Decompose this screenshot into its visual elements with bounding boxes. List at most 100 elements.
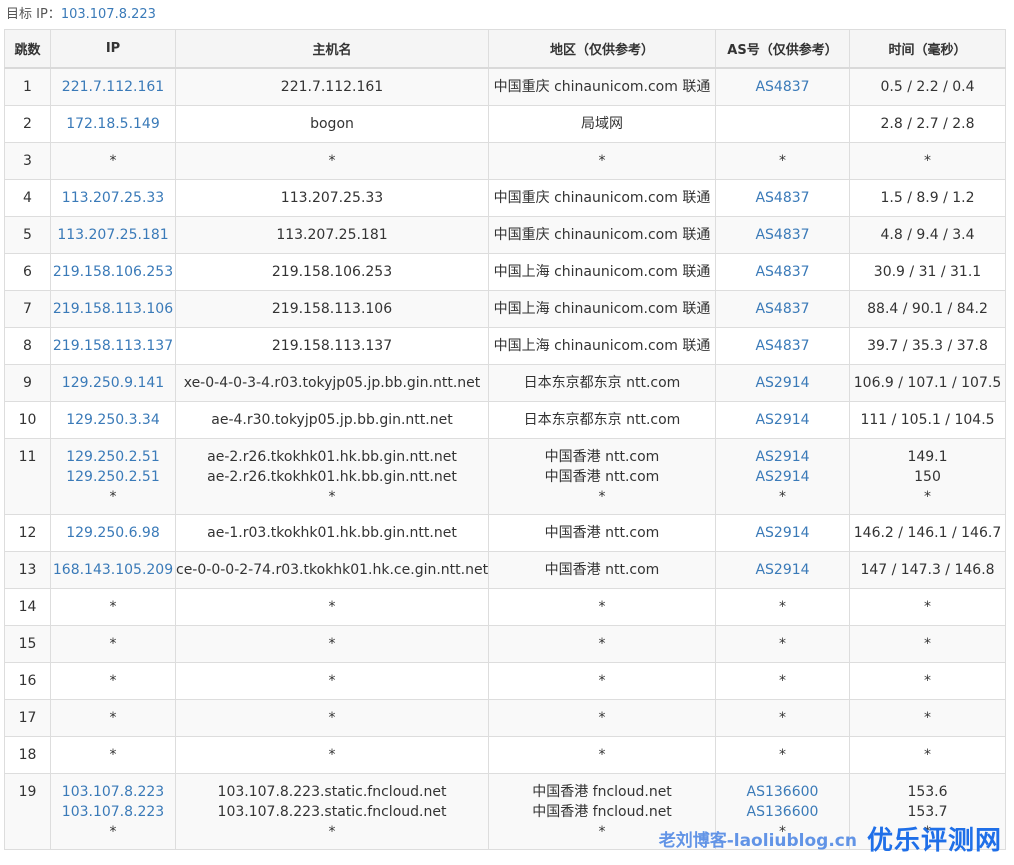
ip-value[interactable]: 129.250.6.98 — [66, 525, 160, 541]
hop-cell: 17 — [4, 699, 51, 737]
as-value[interactable]: AS4837 — [755, 190, 809, 206]
as-value[interactable]: AS2914 — [755, 412, 809, 428]
header-hostname: 主机名 — [175, 29, 489, 69]
table-row: 14 * * * * * — [4, 588, 1006, 626]
hostname-value: 103.107.8.223.static.fncloud.net — [217, 784, 447, 800]
hostname-cell: 219.158.106.253 — [175, 253, 489, 291]
ip-value[interactable]: 168.143.105.209 — [53, 562, 173, 578]
ip-cell: 129.250.9.141 — [50, 364, 176, 402]
table-row: 8 219.158.113.137 219.158.113.137 中国上海 chin… — [4, 327, 1006, 365]
time-cell: * — [849, 142, 1006, 180]
as-value[interactable]: AS2914 — [717, 467, 849, 487]
region-value: 中国重庆 chinaunicom.com 联通 — [493, 190, 711, 206]
hostname-value: 113.207.25.181 — [276, 227, 388, 243]
as-value[interactable]: AS4837 — [755, 227, 809, 243]
as-value[interactable]: AS4837 — [755, 301, 809, 317]
region-value: 日本东京都东京 ntt.com — [523, 375, 681, 391]
as-value[interactable]: AS4837 — [755, 338, 809, 354]
hostname-value: * — [328, 824, 336, 840]
ip-cell: 129.250.2.51 129.250.2.51 * — [50, 438, 176, 515]
as-value[interactable]: AS4837 — [755, 264, 809, 280]
ip-value[interactable]: 219.158.113.137 — [53, 338, 173, 354]
hostname-cell: ae-4.r30.tokyjp05.jp.bb.gin.ntt.net — [175, 401, 489, 439]
hostname-value: 103.107.8.223.static.fncloud.net — [217, 804, 447, 820]
ip-value[interactable]: 221.7.112.161 — [62, 79, 164, 95]
ip-value: * — [109, 153, 117, 169]
time-value: 1.5 / 8.9 / 1.2 — [880, 190, 975, 206]
ip-value[interactable]: 129.250.2.51 — [52, 447, 175, 467]
time-value: 147 / 147.3 / 146.8 — [860, 562, 995, 578]
ip-value: * — [109, 824, 117, 840]
as-cell: AS4837 — [715, 179, 850, 217]
as-value[interactable]: AS2914 — [755, 375, 809, 391]
region-cell: 中国重庆 chinaunicom.com 联通 — [488, 67, 716, 106]
region-cell: 中国上海 chinaunicom.com 联通 — [488, 253, 716, 291]
region-value: * — [598, 673, 606, 689]
hostname-value: * — [328, 636, 336, 652]
as-cell: * — [715, 588, 850, 626]
region-cell: 中国上海 chinaunicom.com 联通 — [488, 327, 716, 365]
ip-value[interactable]: 219.158.113.106 — [53, 301, 173, 317]
ip-value[interactable]: 113.207.25.33 — [62, 190, 164, 206]
as-cell: * — [715, 625, 850, 663]
hop-cell: 10 — [4, 401, 51, 439]
hostname-value: ae-2.r26.tkokhk01.hk.bb.gin.ntt.net — [207, 469, 457, 485]
region-value: 中国香港 ntt.com — [544, 449, 660, 465]
ip-cell: 219.158.113.106 — [50, 290, 176, 328]
time-value: 153.7 — [907, 804, 948, 820]
hostname-cell: * — [175, 625, 489, 663]
ip-value[interactable]: 113.207.25.181 — [57, 227, 168, 243]
ip-value[interactable]: 103.107.8.223 — [52, 782, 175, 802]
ip-value[interactable]: 103.107.8.223 — [52, 802, 175, 822]
table-row: 15 * * * * * — [4, 625, 1006, 663]
region-cell: 中国上海 chinaunicom.com 联通 — [488, 290, 716, 328]
region-cell: 中国重庆 chinaunicom.com 联通 — [488, 216, 716, 254]
ip-value[interactable]: 219.158.106.253 — [53, 264, 173, 280]
as-value[interactable]: AS2914 — [755, 525, 809, 541]
as-value: * — [779, 747, 786, 763]
ip-value[interactable]: 129.250.9.141 — [62, 375, 164, 391]
header-time: 时间（毫秒） — [849, 29, 1006, 69]
time-value: 88.4 / 90.1 / 84.2 — [867, 301, 988, 317]
hostname-cell: * — [175, 736, 489, 774]
hostname-value: 219.158.113.106 — [271, 301, 393, 317]
target-ip-value[interactable]: 103.107.8.223 — [61, 7, 156, 22]
hostname-value: * — [328, 599, 336, 615]
hostname-value: * — [328, 673, 336, 689]
ip-value[interactable]: 129.250.2.51 — [52, 467, 175, 487]
ip-cell: 219.158.106.253 — [50, 253, 176, 291]
as-value[interactable]: AS2914 — [755, 562, 809, 578]
ip-value: * — [109, 636, 117, 652]
ip-value: * — [109, 673, 117, 689]
as-value[interactable]: AS4837 — [755, 79, 809, 95]
target-ip-line: 目标 IP：103.107.8.223 — [6, 3, 156, 22]
region-value: 局域网 — [581, 116, 623, 132]
time-cell: 111 / 105.1 / 104.5 — [849, 401, 1006, 439]
as-cell: AS2914 — [715, 364, 850, 402]
ip-cell: * — [50, 662, 176, 700]
as-value: * — [779, 489, 786, 505]
header-ip: IP — [50, 29, 176, 69]
as-value[interactable]: AS2914 — [717, 447, 849, 467]
watermark-blog-text: 老刘博客-laoliublog.cn — [658, 831, 857, 851]
time-cell: * — [849, 699, 1006, 737]
time-value: 111 / 105.1 / 104.5 — [860, 412, 995, 428]
ip-value[interactable]: 172.18.5.149 — [66, 116, 160, 132]
region-cell: 中国重庆 chinaunicom.com 联通 — [488, 179, 716, 217]
hop-cell: 3 — [4, 142, 51, 180]
as-value[interactable]: AS136600 — [717, 782, 849, 802]
hostname-value: * — [328, 747, 336, 763]
region-value: 日本东京都东京 ntt.com — [523, 412, 681, 428]
table-row: 3 * * * * * — [4, 142, 1006, 180]
time-value: 30.9 / 31 / 31.1 — [873, 264, 982, 280]
hostname-cell: * — [175, 699, 489, 737]
hostname-cell: 219.158.113.106 — [175, 290, 489, 328]
hostname-value: * — [328, 710, 336, 726]
hop-cell: 13 — [4, 551, 51, 589]
table-row: 13 168.143.105.209 ce-0-0-0-2-74.r03.tkokh… — [4, 551, 1006, 589]
ip-value[interactable]: 129.250.3.34 — [66, 412, 160, 428]
as-cell: AS4837 — [715, 253, 850, 291]
hop-cell: 4 — [4, 179, 51, 217]
ip-cell: 129.250.3.34 — [50, 401, 176, 439]
as-value[interactable]: AS136600 — [717, 802, 849, 822]
